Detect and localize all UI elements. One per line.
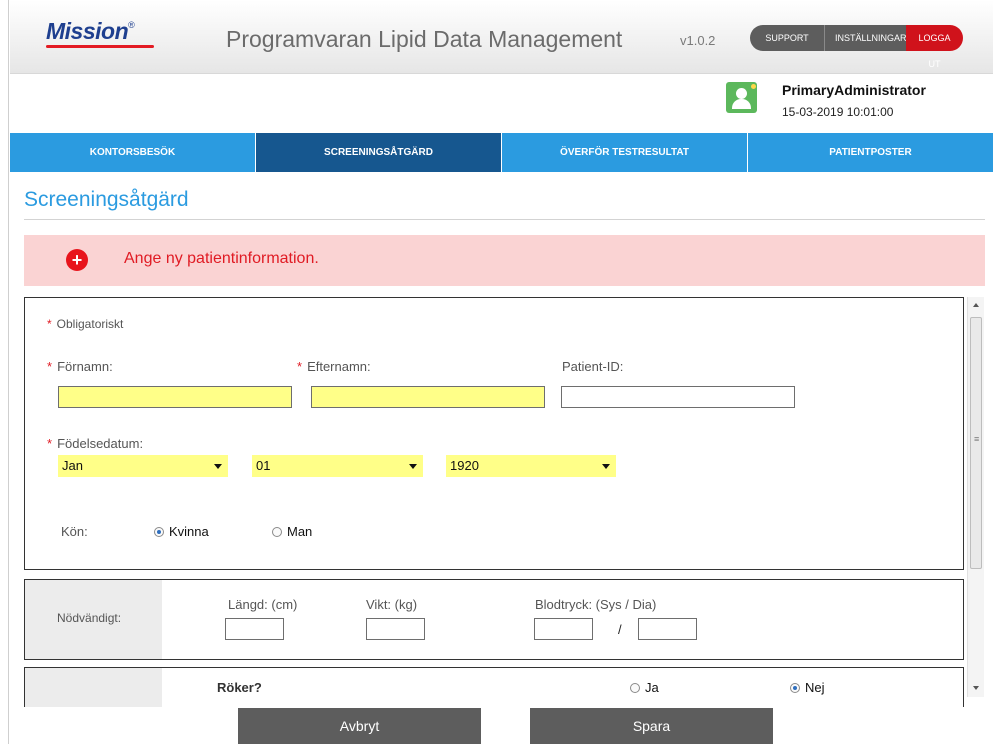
blood-pressure-label: Blodtryck: (Sys / Dia) (535, 597, 657, 612)
smoker-label: Röker? (217, 680, 262, 695)
tab-patientposter[interactable]: PATIENTPOSTER (748, 133, 993, 172)
scroll-thumb[interactable]: ≡ (970, 317, 982, 569)
first-name-input[interactable] (58, 386, 292, 408)
logo-swoosh (46, 45, 154, 48)
weight-input[interactable] (366, 618, 425, 640)
scroll-up-icon[interactable] (973, 303, 979, 307)
gender-female-radio[interactable]: Kvinna (154, 524, 209, 539)
user-datetime: 15-03-2019 10:01:00 (782, 105, 894, 119)
settings-button[interactable]: INSTÄLLNINGAR (824, 25, 907, 51)
radio-selected-icon (154, 527, 164, 537)
logout-button[interactable]: LOGGA UT (906, 25, 963, 69)
window-border (8, 0, 9, 744)
user-icon (726, 82, 757, 113)
smoker-yes-radio[interactable]: Ja (630, 680, 659, 695)
user-bar: PrimaryAdministrator 15-03-2019 10:01:00 (10, 74, 993, 132)
tab-screeningsatgard[interactable]: SCREENINGSÅTGÄRD (256, 133, 502, 172)
height-input[interactable] (225, 618, 284, 640)
title-divider (24, 219, 985, 220)
dob-month-select[interactable]: Jan (58, 455, 228, 477)
patient-id-input[interactable] (561, 386, 795, 408)
tab-overfor-testresultat[interactable]: ÖVERFÖR TESTRESULTAT (502, 133, 748, 172)
cancel-button[interactable]: Avbryt (238, 708, 481, 744)
gender-label: Kön: (61, 524, 88, 539)
form-scrollbar[interactable]: ≡ (967, 297, 984, 697)
app-window: Mission® Programvaran Lipid Data Managem… (0, 0, 993, 744)
page-title: Screeningsåtgärd (24, 188, 189, 211)
dob-day-select[interactable]: 01 (252, 455, 423, 477)
chevron-down-icon (602, 464, 610, 469)
alert-banner: + Ange ny patientinformation. (24, 235, 985, 286)
alert-text: Ange ny patientinformation. (124, 250, 319, 267)
app-title: Programvaran Lipid Data Management (226, 26, 623, 52)
required-note: * Obligatoriskt (47, 317, 124, 331)
support-button[interactable]: SUPPORT (750, 25, 824, 51)
chevron-down-icon (214, 464, 222, 469)
top-navigation: SUPPORT INSTÄLLNINGAR LOGGA UT (750, 25, 963, 69)
last-name-input[interactable] (311, 386, 545, 408)
tab-kontorsbesok[interactable]: KONTORSBESÖK (10, 133, 256, 172)
last-name-label: * Efternamn: (297, 359, 371, 374)
mission-logo: Mission® (46, 18, 135, 44)
radio-empty-icon (630, 683, 640, 693)
radio-empty-icon (272, 527, 282, 537)
patient-info-panel: * Obligatoriskt * Förnamn: * Efternamn: Pat… (24, 297, 964, 570)
required-section-label: Nödvändigt: (57, 611, 122, 625)
user-name: PrimaryAdministrator (782, 82, 926, 98)
first-name-label: * Förnamn: (47, 359, 113, 374)
radio-selected-icon (790, 683, 800, 693)
bp-separator: / (618, 622, 622, 637)
header-bar: Mission® Programvaran Lipid Data Managem… (10, 0, 993, 74)
smoker-panel: Röker? Ja Nej (24, 667, 964, 707)
gender-male-radio[interactable]: Man (272, 524, 312, 539)
save-button[interactable]: Spara (530, 708, 773, 744)
weight-label: Vikt: (kg) (366, 597, 418, 612)
scroll-down-icon[interactable] (973, 686, 979, 690)
patient-id-label: Patient-ID: (562, 359, 624, 374)
bp-diastolic-input[interactable] (638, 618, 697, 640)
dob-label: * Födelsedatum: (47, 436, 144, 451)
chevron-down-icon (409, 464, 417, 469)
plus-circle-icon: + (66, 249, 88, 271)
dob-year-select[interactable]: 1920 (446, 455, 616, 477)
bp-systolic-input[interactable] (534, 618, 593, 640)
version-label: v1.0.2 (680, 33, 716, 48)
main-tabs: KONTORSBESÖK SCREENINGSÅTGÄRD ÖVERFÖR TE… (10, 133, 993, 172)
grip-icon: ≡ (974, 434, 980, 444)
smoker-no-radio[interactable]: Nej (790, 680, 825, 695)
measurements-panel: Nödvändigt: Längd: (cm) Vikt: (kg) Blodt… (24, 579, 964, 660)
height-label: Längd: (cm) (228, 597, 298, 612)
smoker-side (25, 668, 162, 707)
